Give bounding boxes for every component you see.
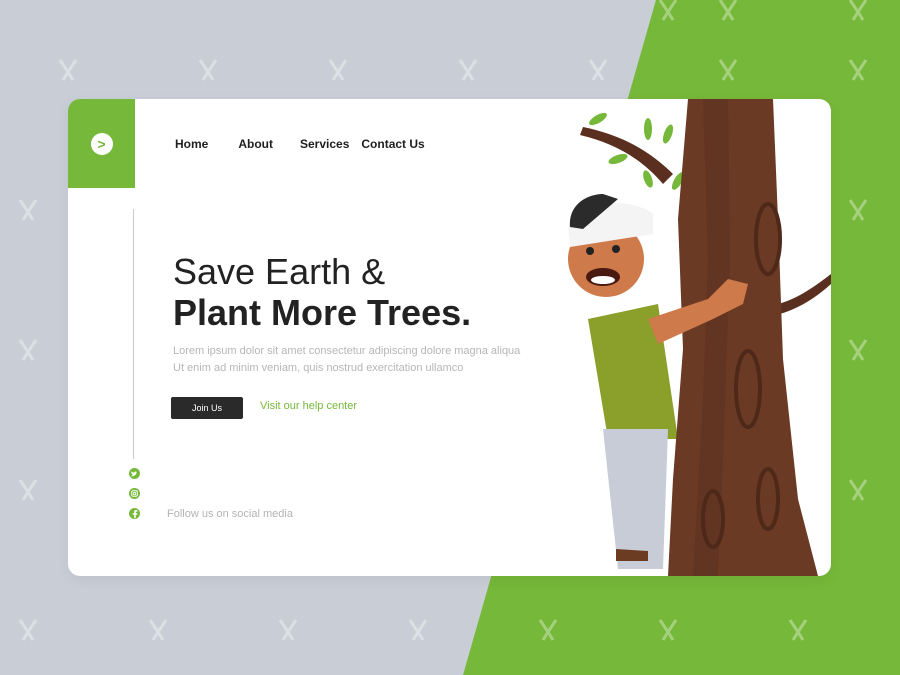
nav-about[interactable]: About <box>238 137 273 151</box>
logo-box[interactable]: > <box>68 99 135 188</box>
hero-title-line1: Save Earth & <box>173 251 386 292</box>
join-us-button[interactable]: Join Us <box>171 397 243 419</box>
landing-card: > Home About Services Contact Us Follow … <box>68 99 831 576</box>
hero-description-line1: Lorem ipsum dolor sit amet consectetur a… <box>173 345 521 357</box>
top-nav: Home About Services Contact Us <box>175 137 425 151</box>
hero-description: Lorem ipsum dolor sit amet consectetur a… <box>173 343 533 377</box>
follow-social-text: Follow us on social media <box>167 508 293 520</box>
instagram-icon[interactable] <box>129 488 140 499</box>
nav-home[interactable]: Home <box>175 137 208 151</box>
twitter-icon[interactable] <box>129 468 140 479</box>
facebook-icon[interactable] <box>129 508 140 519</box>
vertical-divider <box>133 209 134 459</box>
nav-services[interactable]: Services <box>300 137 349 151</box>
chevron-right-icon[interactable]: > <box>90 132 113 155</box>
help-center-link[interactable]: Visit our help center <box>260 400 357 412</box>
hero-title-line2: Plant More Trees. <box>173 292 472 333</box>
man-hugging-tree-illustration <box>568 99 831 576</box>
hero-description-line2: Ut enim ad minim veniam, quis nostrud ex… <box>173 362 464 374</box>
nav-contact-us[interactable]: Contact Us <box>361 137 424 151</box>
